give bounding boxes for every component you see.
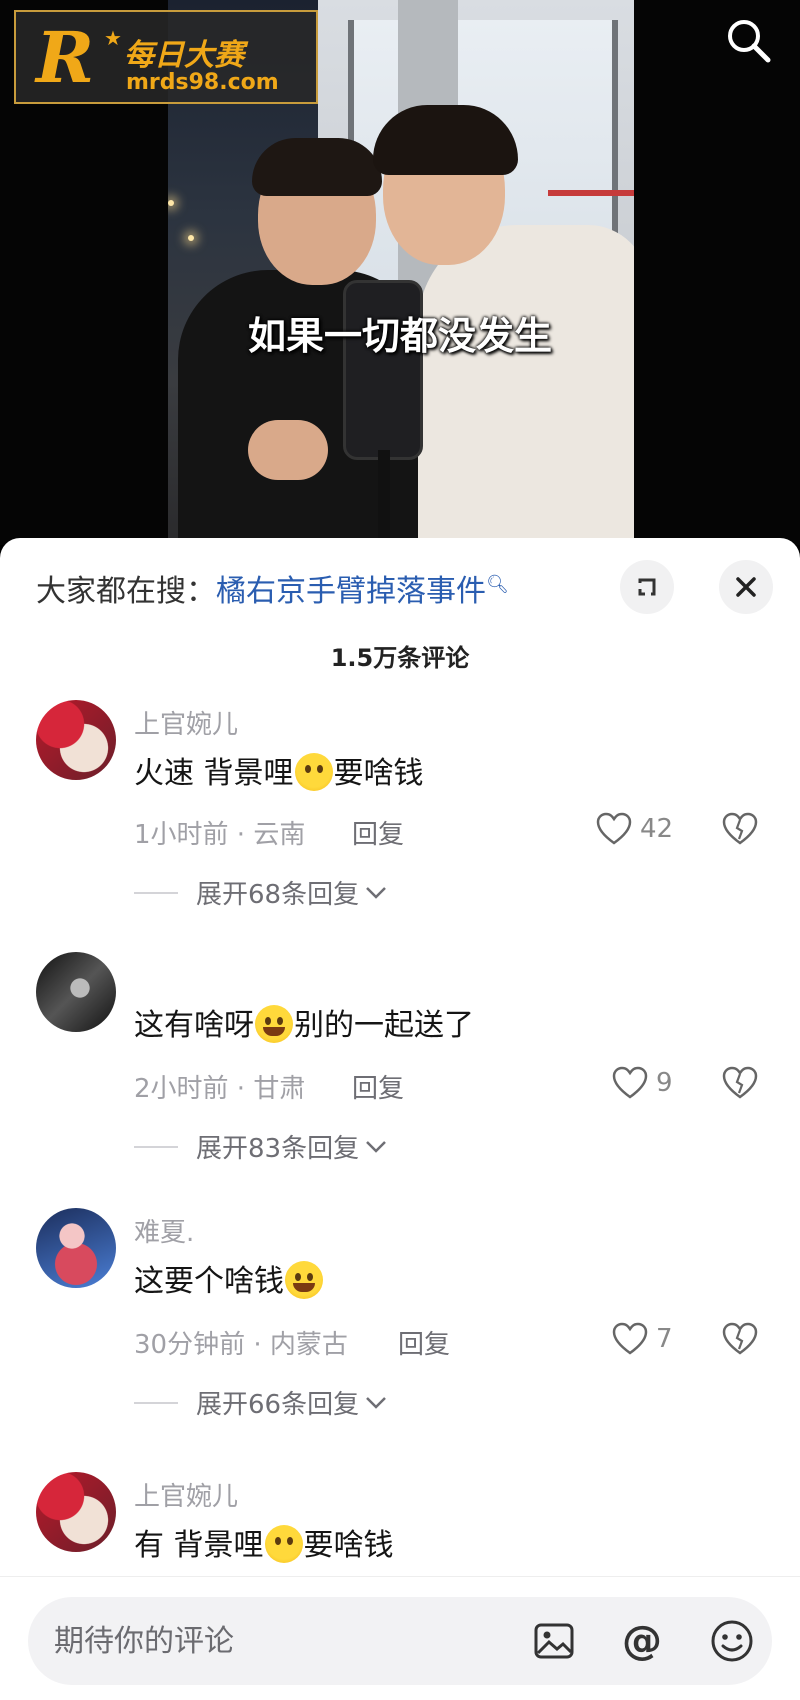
close-icon (736, 577, 756, 597)
comment-time-location: 2小时前 · 甘肃 (134, 1074, 306, 1104)
like-button[interactable]: 7 (612, 1320, 702, 1360)
video-subtitle: 如果一切都没发生 (247, 314, 552, 358)
comment-text: 火速 背景哩 要啥钱 (134, 748, 424, 792)
flushed-smile-emoji (264, 1525, 303, 1563)
heart-icon (612, 1066, 648, 1099)
comment-count: 1.5万条评论 (330, 644, 470, 672)
avatar[interactable] (36, 1472, 116, 1552)
heart-icon (612, 1322, 648, 1355)
comment-time-location: 30分钟前 · 内蒙古 (134, 1330, 348, 1360)
expand-replies[interactable]: 展开83条回复 (134, 1128, 387, 1165)
comment-text: 这有啥呀 别的一起送了 (134, 1000, 474, 1044)
like-count: 42 (640, 814, 674, 844)
chevron-down-icon (366, 1140, 386, 1153)
comment-sheet: 大家都在搜：橘右京手臂掉落事件🔍︎ 1.5万条评论 上官婉儿 火速 背景哩 要啥钱… (0, 538, 800, 1700)
fullscreen-expand-icon (638, 578, 656, 596)
mention-button[interactable]: @ (618, 1617, 666, 1665)
comment-username[interactable]: 难夏. (134, 1212, 194, 1249)
reply-button[interactable]: 回复 (352, 814, 404, 851)
dislike-button[interactable] (722, 1322, 758, 1358)
search-small-icon: 🔍︎ (486, 574, 509, 595)
flushed-smile-emoji (294, 753, 333, 791)
video-player[interactable]: 如果一切都没发生 R ★ 每日大赛 mrds98.com (0, 0, 800, 545)
reply-button[interactable]: 回复 (398, 1324, 450, 1361)
hot-search-bar[interactable]: 大家都在搜：橘右京手臂掉落事件🔍︎ (36, 566, 509, 610)
comment-text: 有 背景哩 要啥钱 (134, 1520, 394, 1564)
logo-url: mrds98.com (126, 70, 279, 95)
comment-time-location: 1小时前 · 云南 (134, 820, 306, 850)
logo-name: 每日大赛 (124, 38, 244, 73)
laugh-cry-emoji (285, 1261, 323, 1299)
broken-heart-icon (722, 1066, 758, 1099)
smiley-icon (711, 1620, 753, 1662)
like-button[interactable]: 42 (596, 810, 686, 850)
logo-letter: R (36, 16, 95, 99)
comment-input-container: @ (28, 1597, 772, 1685)
hot-search-term[interactable]: 橘右京手臂掉落事件 (216, 574, 486, 609)
chevron-down-icon (366, 1396, 386, 1409)
like-button[interactable]: 9 (612, 1064, 702, 1104)
image-icon (534, 1623, 574, 1659)
expand-replies[interactable]: 展开68条回复 (134, 874, 387, 911)
hot-search-prefix: 大家都在搜： (36, 574, 216, 609)
like-count: 9 (656, 1068, 673, 1098)
dislike-button[interactable] (722, 1066, 758, 1102)
comment-username[interactable]: 上官婉儿 (134, 704, 238, 741)
chevron-down-icon (366, 886, 386, 899)
emoji-button[interactable] (708, 1617, 756, 1665)
comment-username[interactable]: 上官婉儿 (134, 1476, 238, 1513)
expand-button[interactable] (620, 560, 674, 614)
image-button[interactable] (530, 1617, 578, 1665)
avatar[interactable] (36, 1208, 116, 1288)
close-button[interactable] (719, 560, 773, 614)
like-count: 7 (656, 1324, 673, 1354)
expand-replies[interactable]: 展开66条回复 (134, 1384, 387, 1421)
comment-input-bar: @ (0, 1576, 800, 1700)
at-icon: @ (622, 1618, 662, 1664)
star-icon: ★ (104, 26, 122, 50)
search-button[interactable] (722, 14, 774, 66)
avatar[interactable] (36, 700, 116, 780)
broken-heart-icon (722, 812, 758, 845)
avatar[interactable] (36, 952, 116, 1032)
reply-button[interactable]: 回复 (352, 1068, 404, 1105)
broken-heart-icon (722, 1322, 758, 1355)
comment-input[interactable] (54, 1615, 504, 1667)
watermark-logo: R ★ 每日大赛 mrds98.com (14, 10, 318, 104)
search-icon (728, 20, 771, 63)
heart-icon (596, 812, 632, 845)
laugh-cry-emoji (255, 1005, 293, 1043)
comment-text: 这要个啥钱 (134, 1256, 324, 1300)
dislike-button[interactable] (722, 812, 758, 848)
